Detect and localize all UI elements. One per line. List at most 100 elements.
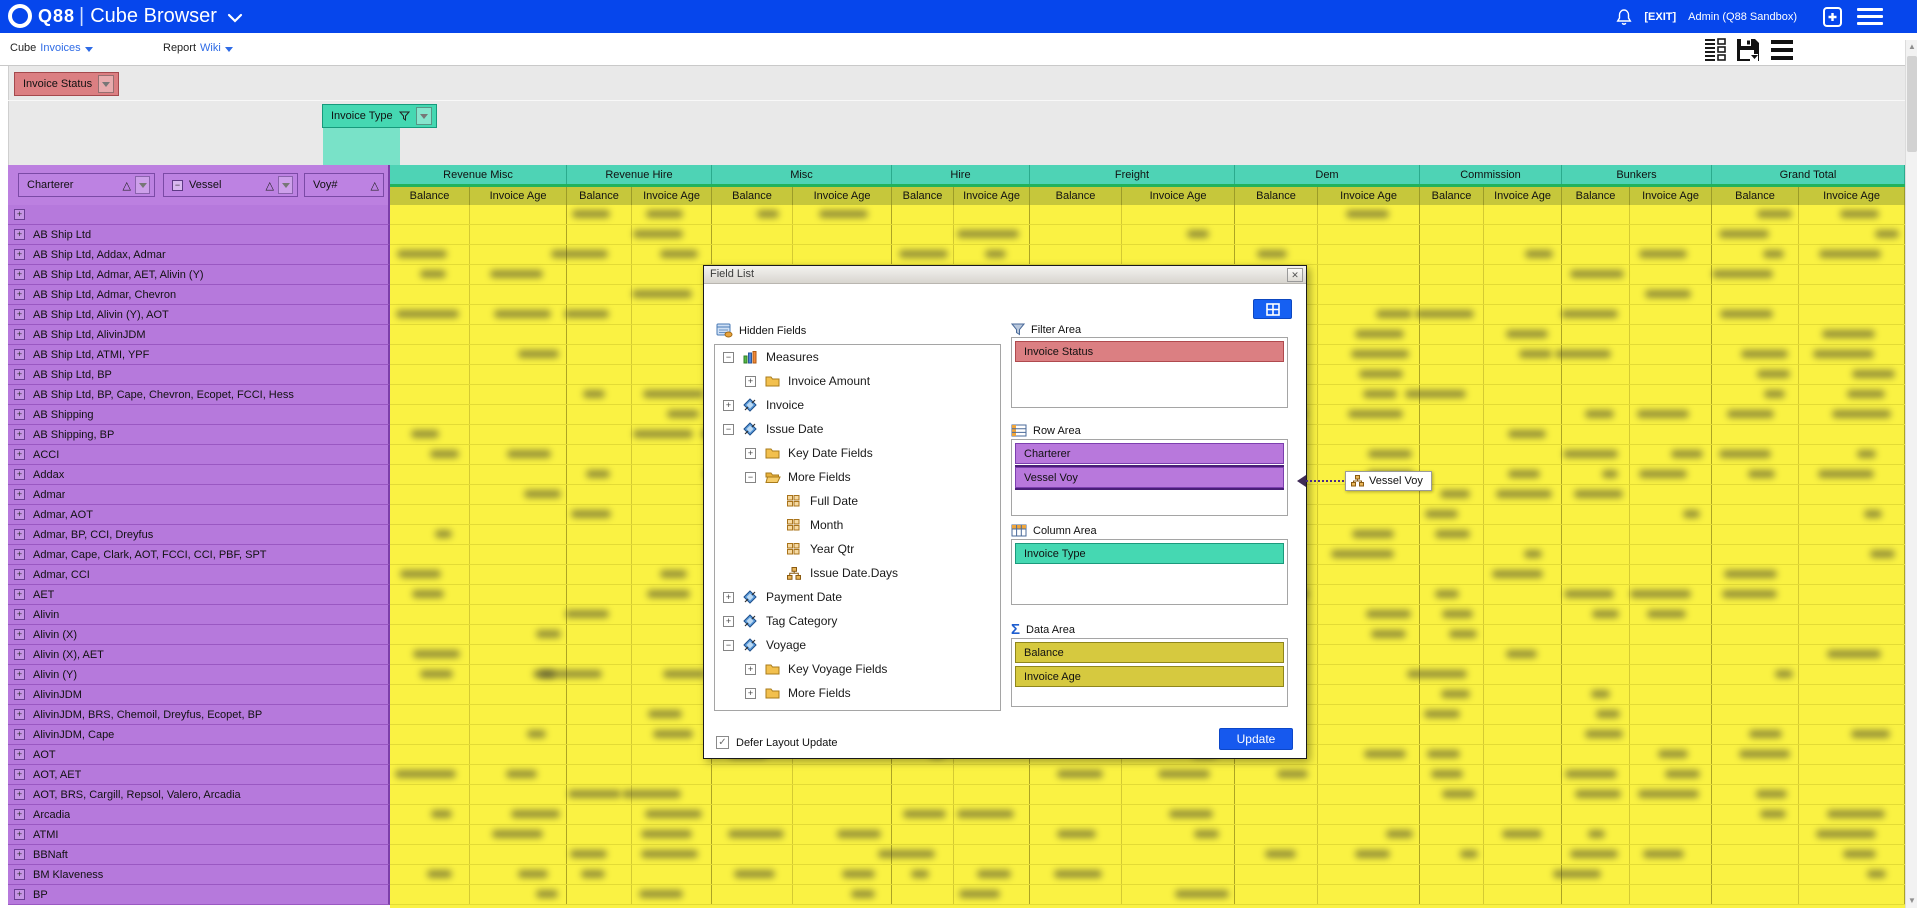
tree-item-key-voyage-fields[interactable]: +Key Voyage Fields (715, 657, 1000, 681)
expand-icon[interactable]: + (14, 849, 25, 860)
expand-icon[interactable]: + (14, 709, 25, 720)
field-list-icon[interactable] (1703, 37, 1727, 63)
vessel-filter-dropdown[interactable] (278, 176, 293, 194)
collapse-icon[interactable]: − (723, 640, 734, 651)
expand-icon[interactable]: + (14, 689, 25, 700)
filter-chip-dropdown[interactable] (98, 75, 114, 93)
charterer-header[interactable]: Charterer △ (18, 173, 155, 197)
cube-chevron-icon[interactable] (85, 47, 93, 52)
area-chip-invoice-age[interactable]: Invoice Age (1015, 666, 1284, 687)
filter-area-box[interactable]: Invoice Status (1011, 337, 1288, 408)
tree-item-issue-date-days[interactable]: Issue Date.Days (715, 561, 1000, 585)
tree-item-year-qtr[interactable]: Year Qtr (715, 537, 1000, 561)
tree-item-more-fields[interactable]: −More Fields (715, 465, 1000, 489)
tree-item-voyage[interactable]: −Voyage (715, 633, 1000, 657)
expand-icon[interactable]: + (14, 429, 25, 440)
expand-icon[interactable]: + (14, 609, 25, 620)
expand-icon[interactable]: + (745, 448, 756, 459)
vessel-header[interactable]: − Vessel △ (163, 173, 298, 197)
expand-icon[interactable]: + (723, 400, 734, 411)
defer-layout-update[interactable]: ✓ Defer Layout Update (716, 736, 838, 749)
expand-icon[interactable]: + (745, 688, 756, 699)
tree-item-issue-date[interactable]: −Issue Date (715, 417, 1000, 441)
expand-icon[interactable]: + (14, 549, 25, 560)
expand-icon[interactable]: + (14, 449, 25, 460)
expand-icon[interactable]: + (14, 729, 25, 740)
collapse-icon[interactable]: − (172, 180, 183, 191)
new-report-icon[interactable] (1821, 5, 1845, 29)
collapse-icon[interactable]: − (745, 472, 756, 483)
charterer-filter-dropdown[interactable] (135, 176, 150, 194)
tree-item-full-date[interactable]: Full Date (715, 489, 1000, 513)
collapse-icon[interactable]: − (723, 352, 734, 363)
expand-icon[interactable]: + (745, 664, 756, 675)
expand-icon[interactable]: + (745, 376, 756, 387)
area-chip-charterer[interactable]: Charterer (1015, 443, 1284, 464)
dialog-title-bar[interactable]: Field List ✕ (704, 266, 1306, 284)
scroll-down-icon[interactable]: ▼ (1906, 894, 1917, 908)
expand-icon[interactable]: + (14, 229, 25, 240)
update-button[interactable]: Update (1219, 728, 1293, 750)
save-icon[interactable] (1735, 37, 1761, 63)
expand-icon[interactable]: + (14, 649, 25, 660)
report-chevron-icon[interactable] (225, 47, 233, 52)
tree-item-payment-date[interactable]: +Payment Date (715, 585, 1000, 609)
expand-icon[interactable]: + (14, 249, 25, 260)
expand-icon[interactable]: + (14, 489, 25, 500)
cube-selector[interactable]: Invoices (40, 42, 80, 54)
data-area-box[interactable]: Balance Invoice Age (1011, 638, 1288, 707)
expand-icon[interactable]: + (14, 289, 25, 300)
layout-selector-button[interactable] (1253, 299, 1292, 319)
tree-item-tag-category[interactable]: +Tag Category (715, 609, 1000, 633)
report-selector[interactable]: Wiki (200, 42, 221, 54)
expand-icon[interactable]: + (14, 829, 25, 840)
expand-icon[interactable]: + (723, 616, 734, 627)
expand-icon[interactable]: + (14, 589, 25, 600)
vertical-scrollbar[interactable]: ▲ ▼ (1905, 40, 1917, 908)
expand-icon[interactable]: + (14, 569, 25, 580)
area-chip-vessel-voy[interactable]: Vessel Voy (1015, 467, 1284, 488)
expand-icon[interactable]: + (14, 789, 25, 800)
expand-icon[interactable]: + (14, 669, 25, 680)
column-chip-dropdown[interactable] (416, 107, 432, 125)
area-chip-balance[interactable]: Balance (1015, 642, 1284, 663)
tree-item-month[interactable]: Month (715, 513, 1000, 537)
voy-header[interactable]: Voy# △ (304, 173, 384, 197)
row-area-box[interactable]: Charterer Vessel Voy (1011, 439, 1288, 516)
user-label[interactable]: Admin (Q88 Sandbox) (1688, 11, 1797, 23)
expand-icon[interactable]: + (14, 409, 25, 420)
expand-icon[interactable]: + (723, 592, 734, 603)
scroll-up-icon[interactable]: ▲ (1906, 40, 1917, 54)
expand-icon[interactable]: + (14, 889, 25, 900)
bell-icon[interactable] (1616, 8, 1632, 26)
chevron-down-icon[interactable] (227, 13, 243, 23)
expand-icon[interactable]: + (14, 329, 25, 340)
exit-link[interactable]: [EXIT] (1644, 11, 1676, 23)
expand-icon[interactable]: + (14, 369, 25, 380)
scrollbar-thumb[interactable] (1907, 56, 1917, 152)
expand-icon[interactable]: + (14, 809, 25, 820)
column-chip-invoice-type[interactable]: Invoice Type (322, 104, 437, 128)
expand-icon[interactable]: + (14, 309, 25, 320)
expand-icon[interactable]: + (14, 389, 25, 400)
tree-item-measures[interactable]: −Measures (715, 345, 1000, 369)
tree-item-key-date-fields[interactable]: +Key Date Fields (715, 441, 1000, 465)
tree-item-more-fields[interactable]: +More Fields (715, 681, 1000, 705)
tree-item-invoice[interactable]: +Invoice (715, 393, 1000, 417)
area-chip-invoice-type[interactable]: Invoice Type (1015, 543, 1284, 564)
expand-icon[interactable]: + (14, 269, 25, 280)
menu-icon[interactable] (1857, 8, 1883, 25)
expand-icon[interactable]: + (14, 749, 25, 760)
expand-icon[interactable]: + (14, 629, 25, 640)
expand-icon[interactable]: + (14, 869, 25, 880)
filter-chip-invoice-status[interactable]: Invoice Status (14, 72, 119, 96)
column-area-box[interactable]: Invoice Type (1011, 539, 1288, 605)
expand-icon[interactable]: + (14, 529, 25, 540)
expand-icon[interactable]: + (14, 509, 25, 520)
area-chip-invoice-status[interactable]: Invoice Status (1015, 341, 1284, 362)
tree-item-invoice-amount[interactable]: +Invoice Amount (715, 369, 1000, 393)
expand-icon[interactable]: + (14, 769, 25, 780)
grid-menu-icon[interactable] (1769, 38, 1795, 62)
expand-icon[interactable]: + (14, 469, 25, 480)
expand-icon[interactable]: + (14, 209, 25, 220)
